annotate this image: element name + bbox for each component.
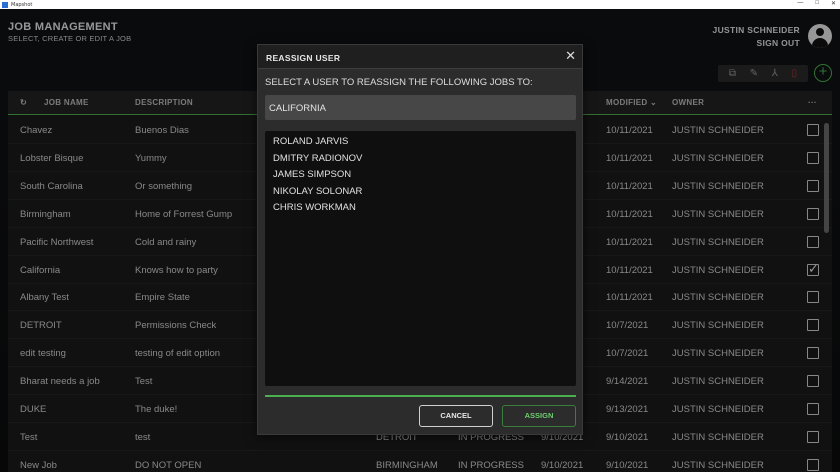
reassign-user-dialog: REASSIGN USER ✕ SELECT A USER TO REASSIG… [257, 44, 583, 435]
app-icon [2, 1, 8, 8]
maximize-button[interactable]: □ [815, 0, 819, 7]
user-item[interactable]: ROLAND JARVIS [273, 136, 576, 153]
dialog-divider [265, 395, 576, 397]
dialog-prompt: SELECT A USER TO REASSIGN THE FOLLOWING … [265, 77, 533, 88]
minimize-button[interactable]: — [797, 0, 803, 7]
selected-jobs-box: CALIFORNIA [265, 95, 576, 120]
close-icon[interactable]: ✕ [565, 48, 576, 64]
selected-job: CALIFORNIA [269, 103, 327, 114]
user-item[interactable]: NIKOLAY SOLONAR [273, 186, 576, 203]
user-item[interactable]: CHRIS WORKMAN [273, 202, 576, 219]
window-controls: — □ ✕ [797, 0, 836, 7]
window-title: Mapshot [11, 1, 33, 8]
dialog-title: REASSIGN USER [266, 53, 341, 63]
user-item[interactable]: DMITRY RADIONOV [273, 153, 576, 170]
user-list: ROLAND JARVIS DMITRY RADIONOV JAMES SIMP… [265, 131, 576, 386]
dialog-header: REASSIGN USER ✕ [258, 45, 582, 69]
window-titlebar: Mapshot — □ ✕ [0, 0, 840, 9]
assign-button[interactable]: ASSIGN [502, 405, 576, 427]
cancel-button[interactable]: CANCEL [419, 405, 493, 427]
user-item[interactable]: JAMES SIMPSON [273, 169, 576, 186]
close-window-button[interactable]: ✕ [831, 0, 836, 7]
